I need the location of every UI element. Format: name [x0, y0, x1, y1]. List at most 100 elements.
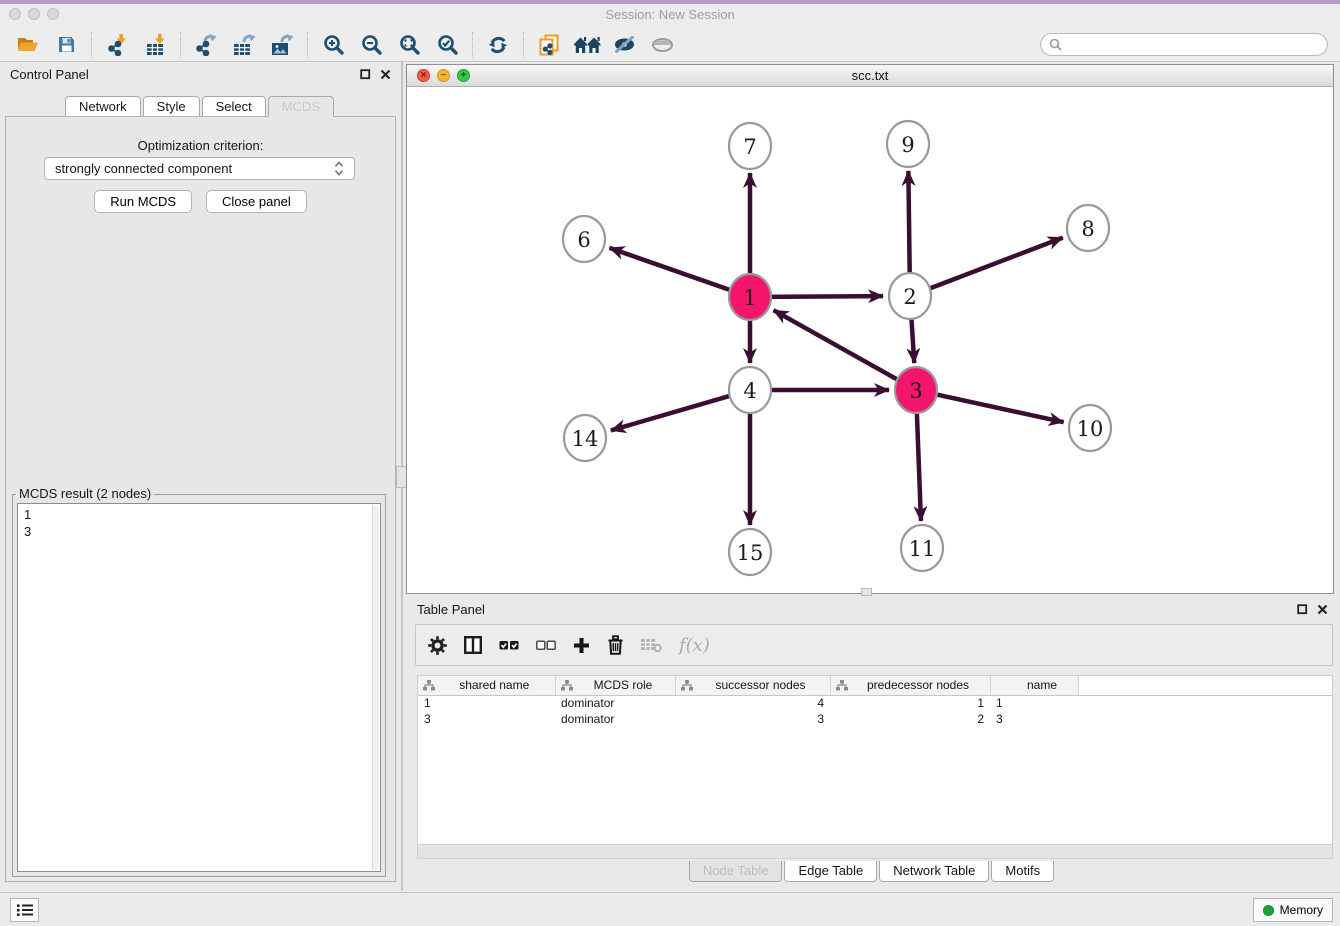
- column-header-predecessor-nodes[interactable]: predecessor nodes: [830, 676, 990, 695]
- network-canvas[interactable]: 1 2 3 4 6 7 8 9 10 11 14 15: [407, 87, 1333, 593]
- select-all-rows-button[interactable]: [499, 630, 519, 660]
- network-close-button[interactable]: ×: [417, 69, 430, 82]
- tab-select[interactable]: Select: [202, 96, 266, 117]
- close-panel-button[interactable]: Close panel: [206, 190, 307, 213]
- delete-table-button[interactable]: [641, 630, 662, 660]
- eye-icon: [652, 37, 674, 53]
- import-table-button[interactable]: [139, 30, 171, 60]
- graph-node-11[interactable]: 11: [901, 525, 943, 571]
- graph-node-9[interactable]: 9: [887, 121, 929, 167]
- delete-column-button[interactable]: [607, 630, 624, 660]
- graph-node-8[interactable]: 8: [1067, 205, 1109, 251]
- run-mcds-button[interactable]: Run MCDS: [94, 190, 192, 213]
- graph-edge-4-14[interactable]: [611, 392, 744, 431]
- mcds-result-text: 1 3: [18, 504, 380, 542]
- table-row[interactable]: 3dominator323: [418, 711, 1332, 727]
- zoom-selected-button[interactable]: [431, 30, 463, 60]
- graph-node-10[interactable]: 10: [1069, 405, 1111, 451]
- toolbar-separator: [307, 32, 308, 58]
- create-column-button[interactable]: [573, 630, 590, 660]
- network-overview-button[interactable]: [571, 30, 603, 60]
- export-table-button[interactable]: [228, 30, 260, 60]
- column-header-mcds-role[interactable]: MCDS role: [555, 676, 675, 695]
- zoom-in-button[interactable]: [317, 30, 349, 60]
- search-input[interactable]: [1062, 37, 1319, 53]
- main-toolbar: [0, 28, 1340, 62]
- control-panel: Control Panel NetworkStyleSelectMCDS Opt…: [0, 62, 401, 884]
- horizontal-splitter-grip[interactable]: [861, 588, 872, 596]
- task-history-button[interactable]: [10, 898, 39, 922]
- toolbar-separator: [91, 32, 92, 58]
- network-maximize-button[interactable]: +: [457, 69, 470, 82]
- close-panel-icon[interactable]: [1317, 604, 1328, 615]
- node-table[interactable]: shared nameMCDS rolesuccessor nodesprede…: [417, 675, 1333, 845]
- graph-node-4[interactable]: 4: [729, 367, 771, 413]
- table-row[interactable]: 1dominator411: [418, 695, 1332, 711]
- open-folder-icon: [17, 36, 39, 53]
- refresh-layout-button[interactable]: [482, 30, 514, 60]
- graph-node-15[interactable]: 15: [729, 529, 771, 575]
- export-network-button[interactable]: [190, 30, 222, 60]
- mcds-result-area[interactable]: 1 3: [17, 503, 381, 872]
- float-panel-icon[interactable]: [360, 69, 371, 80]
- tab-motifs[interactable]: Motifs: [991, 861, 1054, 882]
- graph-node-2[interactable]: 2: [889, 273, 931, 319]
- hide-graphics-details-button[interactable]: [609, 30, 641, 60]
- graph-node-14[interactable]: 14: [564, 415, 606, 461]
- graph-edge-3-1[interactable]: [774, 310, 911, 387]
- table-cell: 4: [675, 695, 830, 711]
- zoom-fit-button[interactable]: [393, 30, 425, 60]
- criterion-dropdown[interactable]: strongly connected component: [44, 157, 355, 180]
- toolbar-separator: [523, 32, 524, 58]
- result-scrollbar[interactable]: [372, 505, 379, 870]
- graph-edge-1-6[interactable]: [609, 248, 744, 295]
- network-minimize-button[interactable]: −: [437, 69, 450, 82]
- network-window-titlebar[interactable]: × − + scc.txt: [407, 65, 1333, 87]
- tab-network-table[interactable]: Network Table: [879, 861, 989, 882]
- svg-text:7: 7: [743, 135, 756, 159]
- show-graphics-details-button[interactable]: [647, 30, 679, 60]
- table-settings-button[interactable]: [428, 630, 447, 660]
- clone-network-icon: [538, 34, 560, 56]
- graph-node-1[interactable]: 1: [729, 274, 771, 320]
- delete-table-icon: [641, 638, 662, 653]
- tab-style[interactable]: Style: [143, 96, 200, 117]
- search-icon: [1049, 38, 1062, 51]
- deselect-all-rows-button[interactable]: [536, 630, 556, 660]
- float-panel-icon[interactable]: [1297, 604, 1308, 615]
- graph-node-3[interactable]: 3: [895, 367, 937, 413]
- open-session-button[interactable]: [12, 30, 44, 60]
- graph-edge-3-10[interactable]: [922, 391, 1064, 422]
- save-session-button[interactable]: [50, 30, 82, 60]
- svg-text:8: 8: [1081, 217, 1094, 241]
- column-header-successor-nodes[interactable]: successor nodes: [675, 676, 830, 695]
- export-image-button[interactable]: [266, 30, 298, 60]
- graph-node-6[interactable]: 6: [563, 216, 605, 262]
- show-column-panel-button[interactable]: [464, 630, 482, 660]
- graph-edge-3-11[interactable]: [916, 396, 921, 521]
- export-network-icon: [195, 34, 217, 56]
- table-cell: 1: [830, 695, 990, 711]
- column-header-shared-name[interactable]: shared name: [418, 676, 555, 695]
- export-table-icon: [233, 34, 256, 56]
- app-window: Session: New Session Control Panel: [0, 0, 1340, 926]
- function-builder-button[interactable]: f(x): [679, 630, 710, 660]
- zoom-out-button[interactable]: [355, 30, 387, 60]
- import-network-button[interactable]: [101, 30, 133, 60]
- zoom-in-icon: [323, 34, 344, 55]
- window-title: Session: New Session: [0, 7, 1340, 22]
- graph-edge-1-2[interactable]: [756, 296, 883, 297]
- tab-edge-table[interactable]: Edge Table: [784, 861, 877, 882]
- column-header-name[interactable]: name: [990, 676, 1078, 695]
- clone-network-button[interactable]: [533, 30, 565, 60]
- tab-node-table[interactable]: Node Table: [689, 861, 783, 882]
- memory-button[interactable]: Memory: [1253, 898, 1333, 922]
- close-panel-icon[interactable]: [380, 69, 391, 80]
- tab-mcds[interactable]: MCDS: [268, 96, 334, 117]
- plus-icon: [573, 637, 590, 654]
- search-field[interactable]: [1040, 33, 1328, 56]
- tab-network[interactable]: Network: [65, 96, 141, 117]
- graph-edge-2-8[interactable]: [916, 238, 1063, 294]
- column-type-icon: [561, 680, 573, 691]
- graph-node-7[interactable]: 7: [729, 123, 771, 169]
